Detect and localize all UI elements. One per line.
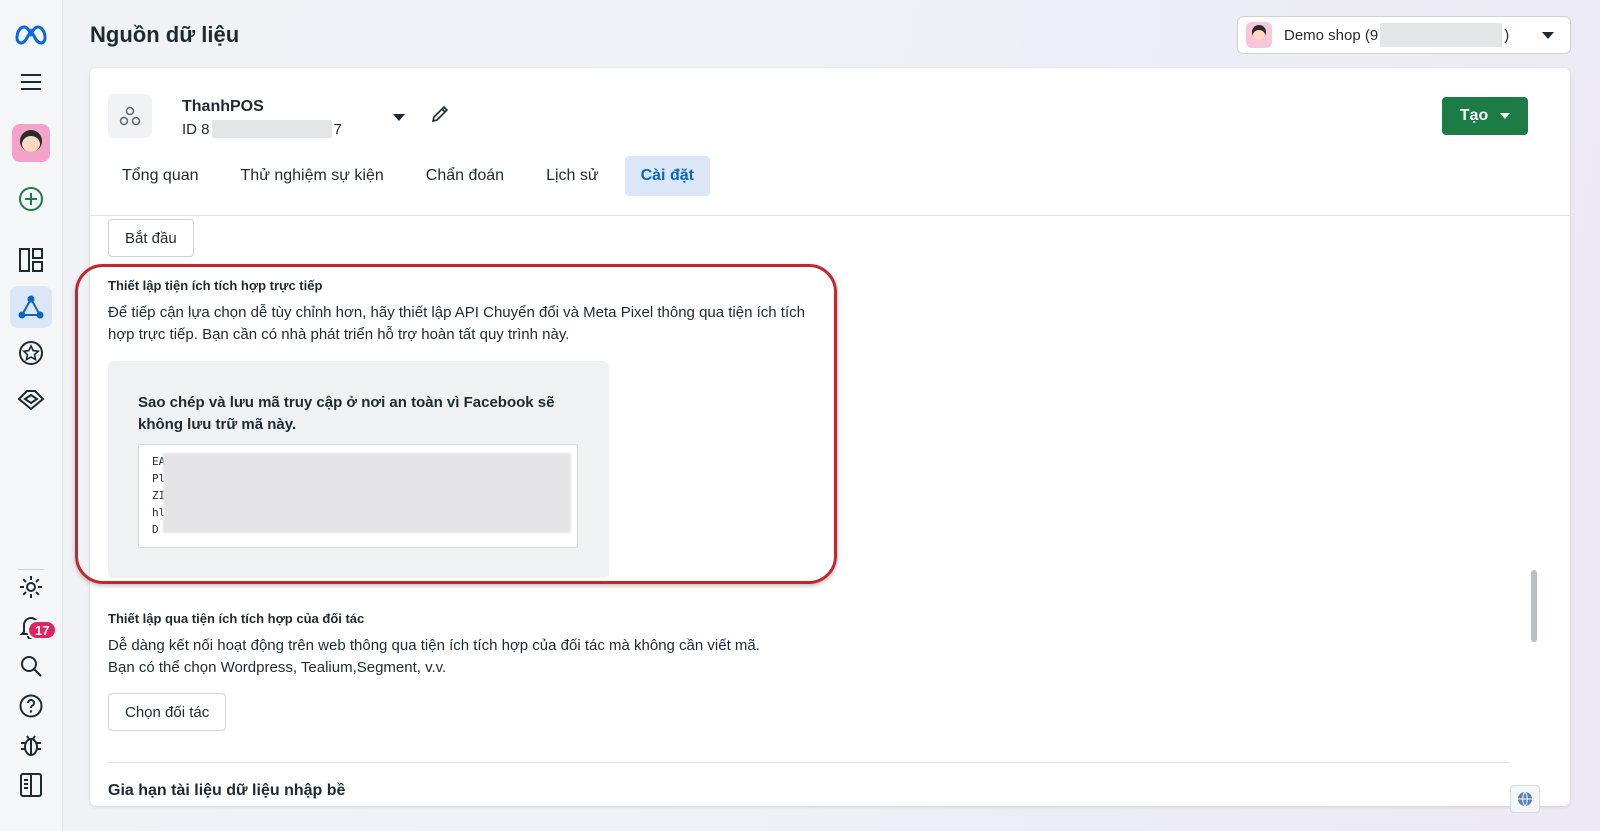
business-avatar[interactable] bbox=[12, 124, 50, 162]
notification-count-badge: 17 bbox=[27, 620, 58, 640]
access-token-field[interactable]: EA Pl ZI hl D bbox=[138, 444, 578, 548]
side-panel-icon[interactable] bbox=[10, 764, 52, 806]
section-divider bbox=[108, 762, 1510, 763]
business-account-switcher[interactable]: Demo shop (9 ) bbox=[1237, 16, 1571, 54]
data-source-name: ThanhPOS bbox=[182, 98, 264, 115]
partner-integration-description: Dễ dàng kết nối hoạt động trên web thông… bbox=[108, 635, 828, 679]
menu-icon[interactable] bbox=[10, 61, 52, 103]
tab-overview[interactable]: Tổng quan bbox=[106, 156, 215, 196]
partner-handshake-icon[interactable] bbox=[10, 378, 52, 420]
choose-partner-button[interactable]: Chọn đối tác bbox=[108, 693, 227, 731]
direct-integration-description: Để tiếp cận lựa chọn dễ tùy chỉnh hơn, h… bbox=[108, 304, 805, 343]
tab-test-events[interactable]: Thử nghiệm sự kiện bbox=[225, 156, 400, 196]
settings-gear-icon[interactable] bbox=[10, 566, 52, 608]
token-notice: Sao chép và lưu mã truy cập ở nơi an toà… bbox=[138, 394, 555, 433]
partner-description-line: Bạn có thể chọn Wordpress, Tealium,Segme… bbox=[108, 659, 447, 676]
data-source-id: ID 8 7 bbox=[182, 120, 342, 138]
tab-history[interactable]: Lịch sử bbox=[530, 156, 615, 196]
account-avatar bbox=[1246, 22, 1272, 48]
create-button[interactable]: Tạo bbox=[1442, 97, 1528, 135]
redacted-account-id bbox=[1380, 23, 1503, 47]
redacted-id bbox=[211, 120, 332, 138]
page-title: Nguồn dữ liệu bbox=[90, 22, 240, 47]
dashboard-icon[interactable] bbox=[10, 239, 52, 281]
direct-integration-title: Thiết lập tiện ích tích hợp trực tiếp bbox=[108, 278, 323, 293]
meta-logo-icon[interactable] bbox=[10, 13, 52, 55]
create-button-label: Tạo bbox=[1459, 107, 1489, 124]
left-navigation-rail: 17 bbox=[0, 0, 63, 831]
bug-report-icon[interactable] bbox=[10, 724, 52, 766]
access-token-panel: Sao chép và lưu mã truy cập ở nơi an toà… bbox=[108, 361, 609, 578]
scrollbar-thumb[interactable] bbox=[1531, 570, 1537, 642]
redacted-token bbox=[163, 453, 571, 533]
globe-icon[interactable] bbox=[1510, 785, 1540, 813]
data-sources-icon[interactable] bbox=[10, 286, 52, 328]
data-source-icon bbox=[108, 94, 152, 138]
tab-bar: Tổng quan Thử nghiệm sự kiện Chẩn đoán L… bbox=[106, 156, 720, 196]
partner-description-line: Dễ dàng kết nối hoạt động trên web thông… bbox=[108, 637, 760, 654]
data-source-header: ThanhPOS ID 8 7 Tạo Tổng quan Thử nghiệm… bbox=[90, 68, 1570, 216]
tab-settings[interactable]: Cài đặt bbox=[624, 156, 710, 196]
star-badge-icon[interactable] bbox=[10, 332, 52, 374]
settings-content: Bắt đầu Thiết lập tiện ích tích hợp trực… bbox=[90, 216, 1550, 806]
data-source-card: ThanhPOS ID 8 7 Tạo Tổng quan Thử nghiệm… bbox=[90, 68, 1570, 806]
chevron-down-icon bbox=[1542, 32, 1554, 39]
add-icon[interactable] bbox=[10, 178, 52, 220]
vertical-scrollbar[interactable] bbox=[1528, 215, 1540, 785]
partner-integration-title: Thiết lập qua tiện ích tích hợp của đối … bbox=[108, 611, 365, 626]
edit-pencil-icon[interactable] bbox=[430, 104, 450, 129]
next-section-heading: Gia hạn tài liệu dữ liệu nhập bề bbox=[108, 782, 346, 799]
help-icon[interactable] bbox=[10, 685, 52, 727]
tab-diagnostics[interactable]: Chẩn đoán bbox=[410, 156, 520, 196]
data-source-id-prefix: ID 8 bbox=[182, 120, 210, 138]
start-button[interactable]: Bắt đầu bbox=[108, 219, 194, 257]
data-source-id-suffix: 7 bbox=[333, 120, 342, 138]
search-icon[interactable] bbox=[10, 645, 52, 687]
data-source-dropdown-icon[interactable] bbox=[393, 114, 405, 121]
chevron-down-icon bbox=[1500, 113, 1511, 119]
account-name: Demo shop (9 bbox=[1284, 26, 1379, 44]
account-name-suffix: ) bbox=[1504, 26, 1510, 44]
